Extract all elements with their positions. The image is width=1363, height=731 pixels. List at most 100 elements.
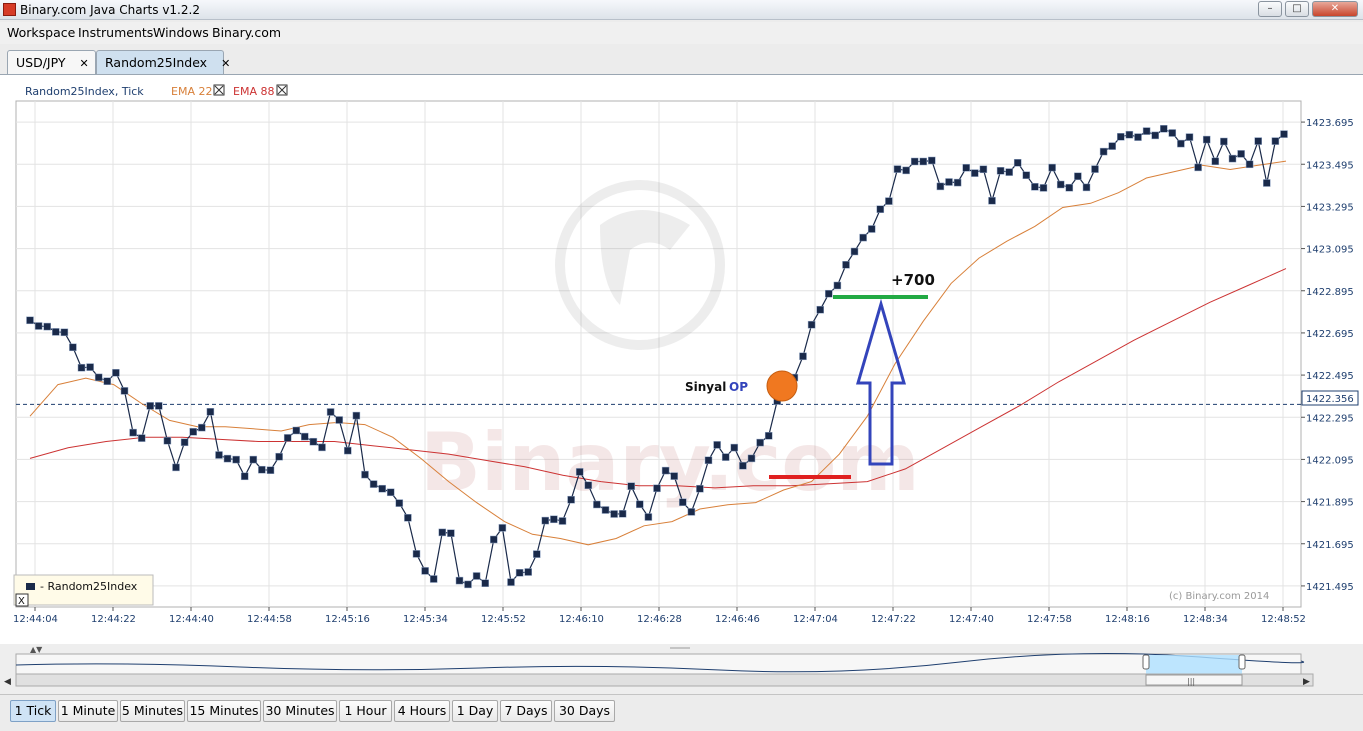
tick-point xyxy=(198,423,206,432)
maximize-button[interactable]: □ xyxy=(1285,1,1309,17)
x-tick-label: 12:48:34 xyxy=(1183,614,1228,625)
title-bar: Binary.com Java Charts v1.2.2 – □ ✕ xyxy=(0,0,1363,20)
tick-point xyxy=(275,452,283,461)
y-tick-label: 1423.495 xyxy=(1306,160,1354,171)
period-15-minutes-button[interactable]: 15 Minutes xyxy=(187,700,261,722)
period-30-days-button[interactable]: 30 Days xyxy=(554,700,615,722)
period-7-days-button[interactable]: 7 Days xyxy=(500,700,552,722)
period-1-tick-button[interactable]: 1 Tick xyxy=(10,700,56,722)
tick-point xyxy=(1194,163,1202,172)
menu-workspace[interactable]: Workspace xyxy=(7,25,75,40)
x-tick-label: 12:45:16 xyxy=(325,614,370,625)
menu-instruments[interactable]: Instruments xyxy=(78,25,153,40)
tick-point xyxy=(919,157,928,166)
tick-point xyxy=(1108,142,1116,150)
tick-point xyxy=(189,428,197,436)
menu-binary[interactable]: Binary.com xyxy=(212,25,281,40)
period-1-day-button[interactable]: 1 Day xyxy=(452,700,498,722)
tick-point xyxy=(1228,154,1237,163)
tick-point xyxy=(739,461,747,470)
signal-text: Sinyal xyxy=(685,380,726,394)
tab-usdjpy[interactable]: USD/JPY ✕ xyxy=(7,50,96,74)
tick-point xyxy=(1013,159,1022,167)
menu-windows[interactable]: Windows xyxy=(153,25,209,40)
period-1-hour-button[interactable]: 1 Hour xyxy=(339,700,392,722)
tick-point xyxy=(936,182,945,191)
close-window-button[interactable]: ✕ xyxy=(1312,1,1358,17)
minimize-button[interactable]: – xyxy=(1258,1,1282,17)
tab-random25index[interactable]: Random25Index ✕ xyxy=(96,50,230,74)
window-title: Binary.com Java Charts v1.2.2 xyxy=(20,3,200,17)
tick-point xyxy=(69,343,77,352)
tick-point xyxy=(369,480,378,488)
tick-point xyxy=(146,402,154,410)
copyright-text: (c) Binary.com 2014 xyxy=(1169,591,1269,602)
period-5-minutes-button[interactable]: 5 Minutes xyxy=(120,700,185,722)
menu-bar: Workspace Instruments Windows Binary.com xyxy=(0,22,1363,44)
tick-point xyxy=(670,472,678,480)
tick-point xyxy=(1065,183,1074,192)
tick-point xyxy=(876,205,885,213)
chart-panel[interactable]: Binary.com Random25Index, Tick EMA 22 EM… xyxy=(0,74,1363,644)
tick-point xyxy=(1074,172,1082,181)
tick-point xyxy=(240,472,249,481)
x-tick-label: 12:44:40 xyxy=(169,614,214,625)
scroll-right-icon[interactable]: ▶ xyxy=(1303,677,1310,687)
tick-point xyxy=(1022,171,1031,179)
price-chart[interactable]: Binary.com Random25Index, Tick EMA 22 EM… xyxy=(0,75,1363,645)
tick-point xyxy=(395,499,404,507)
tick-point xyxy=(103,377,112,385)
tick-point xyxy=(77,363,86,372)
tick-point xyxy=(842,261,850,269)
timeline-scrollbar[interactable] xyxy=(15,673,1314,687)
selection-right-handle[interactable] xyxy=(1238,654,1246,670)
tick-point xyxy=(962,164,970,172)
timeline-collapse-icon[interactable]: ▲▼ xyxy=(30,645,43,654)
tick-point xyxy=(653,484,661,493)
profit-label: +700 xyxy=(891,271,935,289)
tick-point xyxy=(309,437,318,446)
tick-point xyxy=(361,470,369,479)
tick-point xyxy=(764,432,773,440)
tick-point xyxy=(799,352,807,361)
timeline-selection[interactable] xyxy=(1146,655,1242,674)
period-4-hours-button[interactable]: 4 Hours xyxy=(394,700,450,722)
app-icon xyxy=(3,3,16,16)
timeline-navigator[interactable]: ▲▼ ||| ◀ ▶ xyxy=(0,644,1363,694)
tick-point xyxy=(318,443,326,452)
tick-point xyxy=(928,156,936,165)
x-tick-label: 12:47:04 xyxy=(793,614,838,625)
tick-point xyxy=(1160,125,1168,133)
tab-label: Random25Index xyxy=(105,55,208,70)
tick-point xyxy=(352,411,361,420)
close-tab-icon[interactable]: ✕ xyxy=(80,57,89,70)
tick-point xyxy=(524,568,532,576)
y-tick-label: 1421.895 xyxy=(1306,498,1354,509)
tick-point xyxy=(867,225,876,233)
tick-point xyxy=(1211,157,1220,166)
x-tick-label: 12:46:46 xyxy=(715,614,760,625)
period-30-minutes-button[interactable]: 30 Minutes xyxy=(263,700,337,722)
watermark-text: Binary.com xyxy=(420,416,920,509)
tick-point xyxy=(326,408,335,416)
tick-point xyxy=(704,456,713,465)
y-tick-label: 1422.495 xyxy=(1306,371,1354,382)
tick-point xyxy=(1091,165,1099,173)
tick-point xyxy=(661,466,670,475)
tick-point xyxy=(232,455,240,464)
tick-point xyxy=(223,454,232,463)
tick-point xyxy=(472,572,481,580)
tick-point xyxy=(1134,133,1142,141)
period-1-minute-button[interactable]: 1 Minute xyxy=(58,700,118,722)
tick-point xyxy=(593,500,601,509)
tick-point xyxy=(567,495,575,504)
tick-point xyxy=(490,535,498,544)
scroll-left-icon[interactable]: ◀ xyxy=(4,677,11,687)
tick-point xyxy=(1056,180,1065,189)
tick-point xyxy=(988,196,996,205)
selection-left-handle[interactable] xyxy=(1142,654,1150,670)
signal-circle-icon xyxy=(766,370,798,402)
close-tab-icon[interactable]: ✕ xyxy=(221,57,230,70)
y-tick-label: 1423.295 xyxy=(1306,202,1354,213)
tick-point xyxy=(885,197,893,205)
